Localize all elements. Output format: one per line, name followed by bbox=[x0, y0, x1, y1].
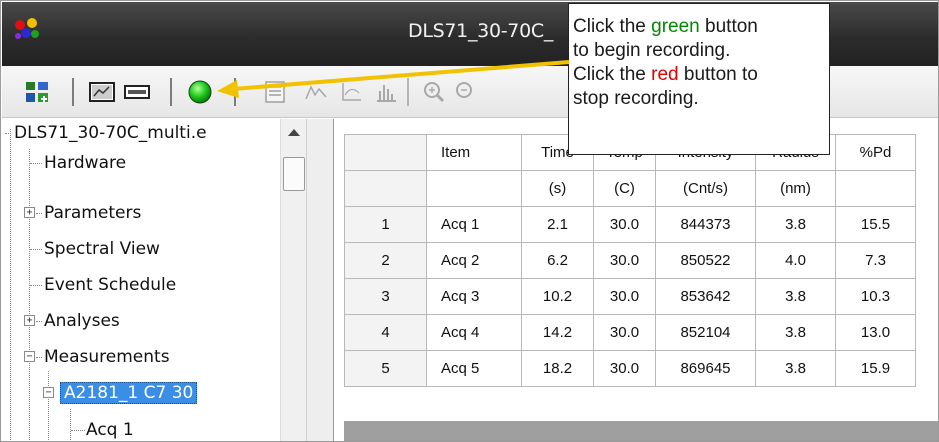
callout-arrow-icon bbox=[217, 60, 570, 98]
app-window: DLS71_30-70C_ DLS71_30-70C_multi.e Hardw… bbox=[0, 0, 939, 442]
